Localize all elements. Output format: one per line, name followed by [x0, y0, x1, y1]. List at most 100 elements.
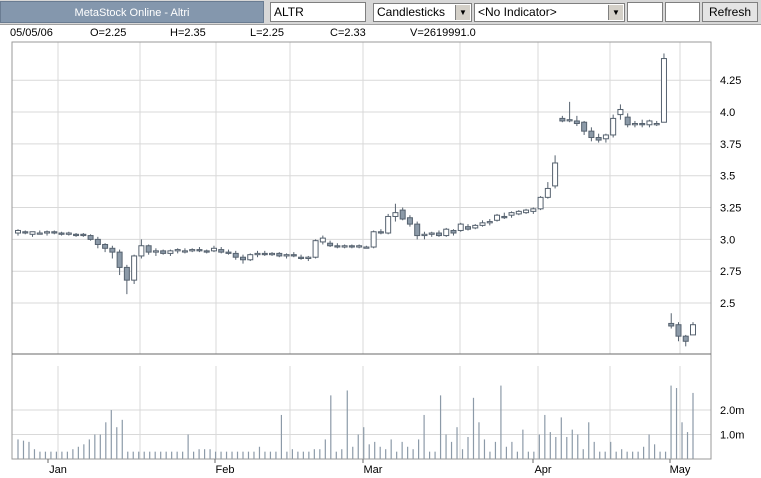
- candle-body: [370, 231, 377, 248]
- candle-body: [588, 130, 595, 139]
- candle-body: [348, 245, 355, 248]
- candle-body: [646, 120, 653, 126]
- candle-body: [312, 240, 319, 258]
- candle-body: [414, 223, 421, 237]
- candle-body: [36, 232, 43, 235]
- candle-body: [421, 233, 428, 237]
- candle-body: [109, 247, 116, 253]
- price-tick-label: 2.75: [720, 266, 741, 278]
- candle-body: [189, 249, 196, 252]
- candle-body: [73, 233, 80, 237]
- candle-body: [530, 208, 537, 212]
- candle-body: [610, 117, 617, 136]
- candle-body: [508, 212, 515, 216]
- candle-body: [94, 238, 101, 245]
- candle-body: [174, 249, 181, 252]
- candle-body: [123, 266, 130, 281]
- candle-body: [203, 250, 210, 253]
- x-tick-label: Feb: [216, 464, 235, 476]
- x-tick-label: Jan: [49, 464, 67, 476]
- candle-body: [515, 210, 522, 215]
- candle-body: [377, 231, 384, 234]
- volume-tick-label: 1.0m: [720, 430, 744, 442]
- candle-body: [102, 243, 109, 249]
- price-tick-label: 2.5: [720, 298, 735, 310]
- price-panel-frame: [11, 41, 712, 355]
- candle-body: [653, 123, 660, 126]
- candle-body: [283, 254, 290, 257]
- candle-body: [668, 322, 675, 327]
- candle-body: [210, 247, 217, 252]
- candle-body: [428, 232, 435, 235]
- candle-body: [406, 217, 413, 225]
- candle-body: [559, 117, 566, 122]
- candle-body: [450, 229, 457, 234]
- candle-body: [552, 162, 559, 187]
- candle-body: [145, 245, 152, 253]
- candle-body: [392, 212, 399, 217]
- candle-body: [225, 251, 232, 254]
- candle-body: [544, 187, 551, 198]
- candle-body: [290, 254, 297, 257]
- candle-body: [254, 252, 261, 256]
- price-tick-label: 4.25: [720, 75, 741, 87]
- price-tick-label: 3.25: [720, 203, 741, 215]
- candle-body: [675, 324, 682, 337]
- candle-body: [399, 209, 406, 220]
- candle-body: [247, 254, 254, 261]
- candle-body: [334, 245, 341, 248]
- candle-body: [181, 250, 188, 253]
- candle-body: [494, 214, 501, 221]
- candle-body: [457, 223, 464, 231]
- candle-body: [595, 137, 602, 141]
- candle-body: [261, 252, 268, 256]
- candle-body: [319, 237, 326, 243]
- x-tick-label: Apr: [534, 464, 551, 476]
- candle-body: [131, 255, 138, 281]
- candle-body: [363, 246, 370, 249]
- volume-tick-label: 2.0m: [720, 405, 744, 417]
- candle-body: [341, 245, 348, 248]
- candle-body: [566, 119, 573, 122]
- x-tick-label: Mar: [364, 464, 383, 476]
- candle-body: [479, 222, 486, 226]
- candle-body: [167, 250, 174, 254]
- candle-body: [44, 231, 51, 234]
- candle-body: [573, 120, 580, 125]
- candle-body: [218, 249, 225, 253]
- candle-body: [581, 121, 588, 132]
- candle-body: [624, 116, 631, 126]
- candle-body: [501, 215, 508, 219]
- price-tick-label: 3.75: [720, 139, 741, 151]
- candle-body: [87, 235, 94, 240]
- candle-body: [152, 250, 159, 253]
- candle-body: [305, 256, 312, 259]
- candle-body: [690, 324, 696, 336]
- candle-body: [269, 252, 276, 256]
- candle-body: [602, 134, 609, 140]
- candle-body: [232, 252, 239, 258]
- candle-body: [631, 123, 638, 126]
- price-tick-label: 3.0: [720, 234, 735, 246]
- candle-body: [472, 224, 479, 229]
- price-volume-chart[interactable]: 4.25 4.0 3.75 3.5 3.25 3.0 2.75 2.5 2.0m 1.0m Jan F…: [0, 0, 761, 478]
- candle-body: [116, 251, 123, 268]
- candle-body: [465, 226, 471, 230]
- candle-body: [196, 249, 203, 252]
- candle-body: [537, 196, 544, 210]
- candle-body: [138, 245, 145, 257]
- candle-body: [523, 209, 530, 214]
- candle-body: [356, 245, 363, 248]
- candle-body: [240, 256, 246, 261]
- candle-body: [435, 232, 442, 237]
- candle-body: [327, 242, 334, 247]
- candle-body: [385, 215, 392, 234]
- candle-body: [486, 221, 493, 224]
- candle-body: [51, 231, 58, 234]
- candle-body: [276, 252, 283, 257]
- candle-body: [65, 232, 72, 235]
- candle-body: [22, 231, 29, 234]
- candle-body: [682, 335, 689, 342]
- candle-body: [15, 229, 21, 234]
- candle-body: [58, 232, 65, 235]
